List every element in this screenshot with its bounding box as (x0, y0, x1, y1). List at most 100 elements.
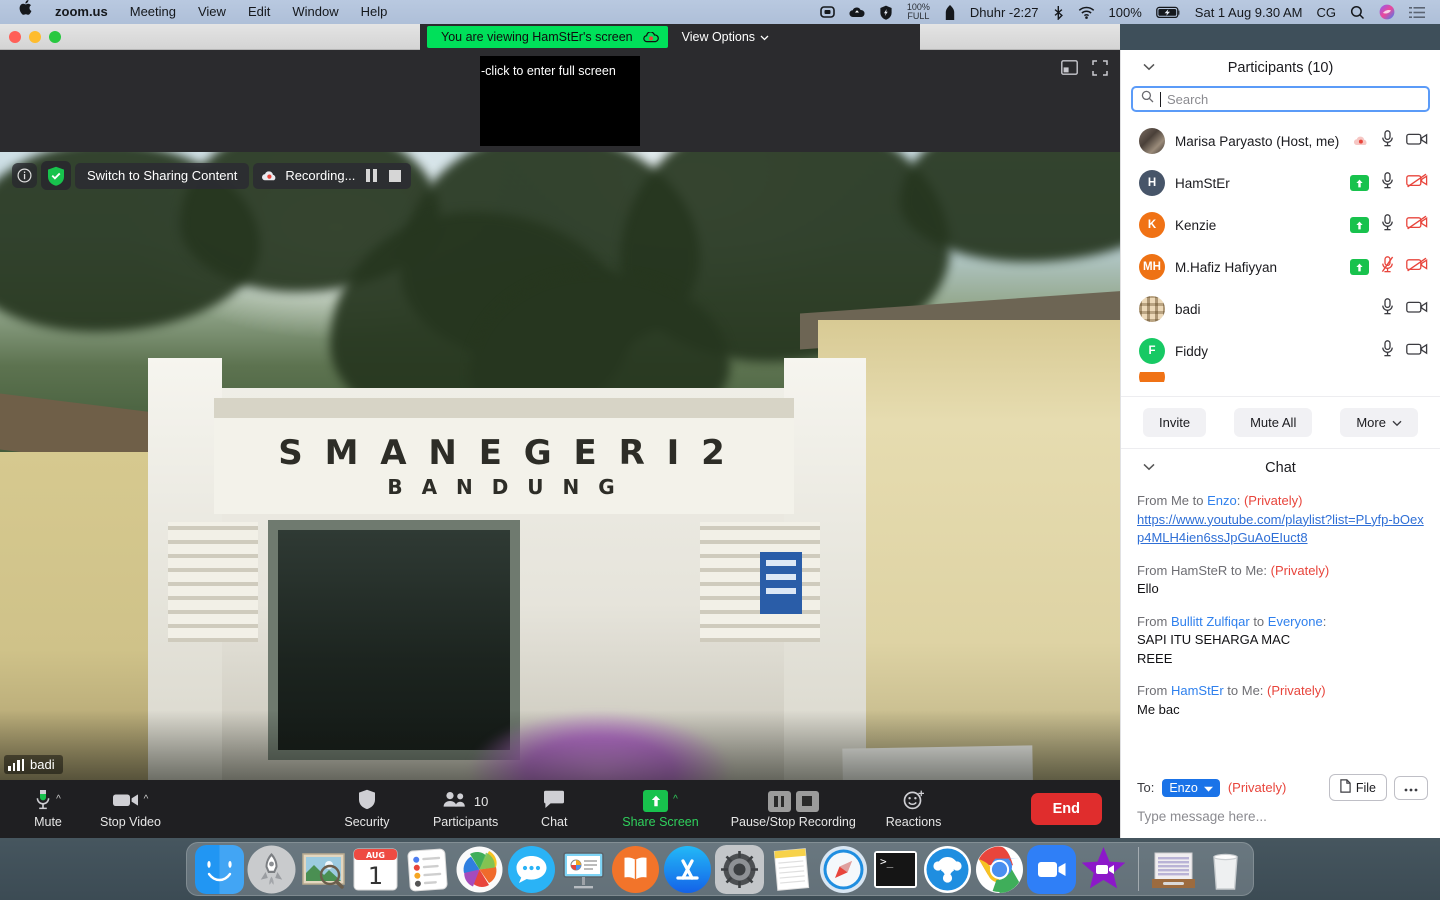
participant-row-kenzie[interactable]: K Kenzie (1121, 204, 1440, 246)
shared-video-area[interactable]: S M A N E G E R I 2 B A N D U N G badi (0, 152, 1120, 780)
dock-item-safari[interactable] (819, 845, 868, 894)
participant-row-hamster[interactable]: H HamStEr (1121, 162, 1440, 204)
dock-item-sourcetree[interactable] (923, 845, 972, 894)
chat-link[interactable]: https://www.youtube.com/playlist?list=PL… (1137, 512, 1424, 546)
dock-item-notes[interactable] (767, 845, 816, 894)
search-input[interactable] (1167, 91, 1420, 107)
stop-icon[interactable] (387, 168, 403, 184)
chat-collapse-chevron-down-icon[interactable] (1143, 462, 1155, 474)
dock-item-launchpad[interactable] (247, 845, 296, 894)
pause-recording-icon[interactable] (767, 790, 791, 812)
chat-message-list[interactable]: From Me to Enzo: (Privately) https://www… (1121, 486, 1440, 768)
side-by-side-view-icon[interactable] (1061, 60, 1078, 76)
mic-on-icon[interactable] (1381, 214, 1394, 236)
chat-message-input[interactable] (1137, 809, 1424, 824)
dock-item-trash[interactable] (1201, 845, 1250, 894)
screen-recording-icon[interactable] (813, 0, 842, 24)
user-initials[interactable]: CG (1310, 0, 1344, 24)
battery-charging-icon[interactable] (1149, 0, 1188, 24)
switch-sharing-content-button[interactable]: Switch to Sharing Content (75, 162, 250, 189)
video-off-icon[interactable] (1406, 215, 1428, 235)
dock-item-app-store[interactable] (663, 845, 712, 894)
participant-row-badi[interactable]: badi (1121, 288, 1440, 330)
spotlight-search-icon[interactable] (1343, 0, 1372, 24)
dock-item-zoom[interactable] (1027, 844, 1076, 894)
antivirus-shield-icon[interactable] (872, 0, 900, 24)
menu-item-help[interactable]: Help (350, 0, 399, 24)
share-options-caret[interactable]: ^ (673, 795, 678, 805)
shared-screen-thumbnail[interactable]: -click to enter full screen (480, 56, 640, 146)
participant-row-marisa-paryasto[interactable]: Marisa Paryasto (Host, me) (1121, 120, 1440, 162)
participants-collapse-chevron-down-icon[interactable] (1143, 62, 1155, 74)
dock-item-calendar[interactable]: AUG 1 (351, 845, 400, 894)
share-screen-button[interactable]: ^ Share Screen (622, 780, 699, 838)
menu-item-zoom-us[interactable]: zoom.us (44, 0, 119, 24)
wifi-icon[interactable] (1071, 0, 1102, 24)
security-button[interactable]: Security (341, 780, 393, 838)
chat-recipient-dropdown[interactable]: Enzo (1162, 778, 1220, 797)
raise-hand-icon[interactable] (1350, 217, 1369, 233)
raise-hand-icon[interactable] (1350, 259, 1369, 275)
participants-button[interactable]: 10 Participants (433, 780, 498, 838)
dock-item-preview[interactable] (299, 845, 348, 894)
participants-list[interactable]: Marisa Paryasto (Host, me) H HamStEr K K… (1121, 120, 1440, 396)
chat-input-wrap[interactable] (1121, 803, 1440, 838)
mute-all-button[interactable]: Mute All (1234, 408, 1313, 437)
dock-item-photos[interactable] (455, 845, 504, 894)
menu-item-meeting[interactable]: Meeting (119, 0, 187, 24)
menu-item-window[interactable]: Window (281, 0, 349, 24)
participant-row-partial[interactable] (1121, 372, 1440, 382)
mic-on-icon[interactable] (1381, 130, 1394, 152)
video-on-icon[interactable] (1406, 132, 1428, 151)
end-meeting-button[interactable]: End (1030, 793, 1102, 825)
mosque-icon[interactable] (937, 0, 963, 24)
dock-item-messages[interactable] (507, 845, 556, 894)
mic-on-icon[interactable] (1381, 172, 1394, 194)
chat-more-options-button[interactable] (1394, 775, 1428, 800)
minimize-button[interactable] (29, 30, 41, 43)
mute-button[interactable]: ^ Mute (22, 780, 74, 838)
video-options-caret[interactable]: ^ (144, 795, 149, 805)
zoom-button[interactable] (49, 30, 61, 43)
participant-row-fiddy[interactable]: F Fiddy (1121, 330, 1440, 372)
dock-item-terminal[interactable]: >_ (871, 845, 920, 894)
participants-search-box[interactable] (1131, 86, 1430, 112)
info-icon[interactable] (12, 163, 37, 188)
pause-icon[interactable] (363, 168, 379, 184)
dock-item-imovie[interactable] (1079, 845, 1128, 894)
send-file-button[interactable]: File (1328, 774, 1387, 801)
video-on-icon[interactable] (1406, 342, 1428, 361)
video-off-icon[interactable] (1406, 173, 1428, 193)
close-button[interactable] (9, 30, 21, 43)
mic-on-icon[interactable] (1381, 340, 1394, 362)
dock-item-reminders[interactable] (403, 845, 452, 894)
dock-item-finder[interactable] (195, 844, 244, 894)
control-center-icon[interactable] (1402, 0, 1432, 24)
green-shield-icon[interactable] (41, 161, 71, 190)
dock-item-books[interactable] (611, 845, 660, 894)
mute-options-caret[interactable]: ^ (56, 795, 61, 805)
video-off-icon[interactable] (1406, 257, 1428, 277)
participant-row-m-hafiz-hafiyyan[interactable]: MH M.Hafiz Hafiyyan (1121, 246, 1440, 288)
reactions-button[interactable]: Reactions (886, 780, 941, 838)
enter-fullscreen-icon[interactable] (1092, 60, 1108, 76)
dock-item-keynote[interactable] (559, 845, 608, 894)
invite-button[interactable]: Invite (1143, 408, 1207, 437)
pause-stop-recording-button[interactable]: Pause/Stop Recording (731, 780, 856, 838)
mic-on-icon[interactable] (1381, 298, 1394, 320)
chat-button[interactable]: Chat (528, 780, 580, 838)
bluetooth-icon[interactable] (1046, 0, 1071, 24)
apple-logo-icon[interactable] (8, 0, 44, 24)
raise-hand-icon[interactable] (1350, 175, 1369, 191)
recording-status-controls[interactable]: Recording... (253, 162, 412, 189)
siri-icon[interactable] (1372, 0, 1402, 24)
mic-off-icon[interactable] (1381, 256, 1394, 278)
menu-item-view[interactable]: View (187, 0, 237, 24)
dock-item-system-preferences[interactable] (715, 844, 764, 894)
prayer-time-label[interactable]: Dhuhr -2:27 (963, 0, 1046, 24)
stop-recording-icon[interactable] (795, 790, 819, 812)
video-on-icon[interactable] (1406, 300, 1428, 319)
stop-video-button[interactable]: ^ Stop Video (100, 780, 161, 838)
more-button[interactable]: More (1340, 408, 1418, 437)
dock-item-downloads-stack[interactable] (1149, 845, 1198, 894)
